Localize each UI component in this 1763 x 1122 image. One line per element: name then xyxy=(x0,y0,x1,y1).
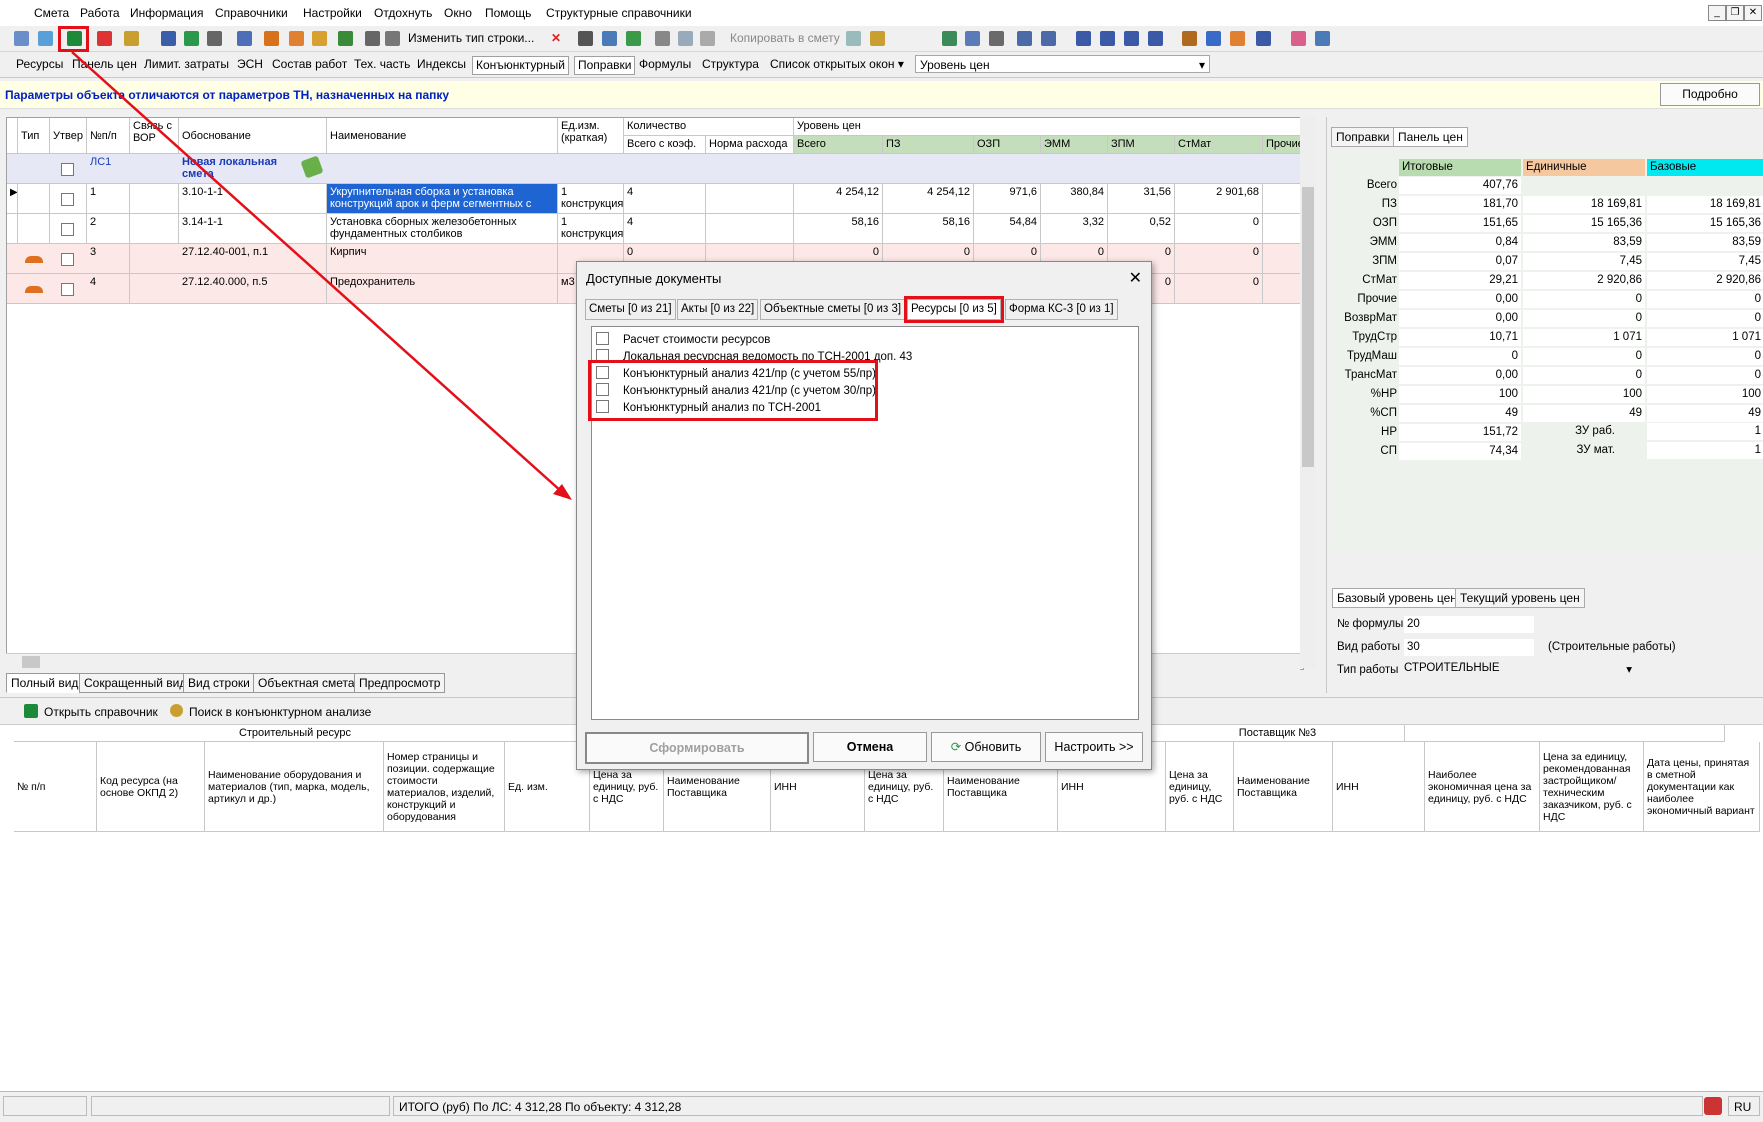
generate-button[interactable]: Сформировать xyxy=(585,732,809,764)
refresh-icon: ⟳ xyxy=(950,740,962,754)
cancel-button[interactable]: Отмена xyxy=(813,732,927,762)
conjuncture-items-highlight xyxy=(588,360,878,421)
tab-acts[interactable]: Акты [0 из 22] xyxy=(677,299,759,320)
available-documents-dialog: Доступные документы ✕ Сметы [0 из 21] Ак… xyxy=(576,261,1152,770)
dialog-title: Доступные документы xyxy=(586,271,722,286)
arrow-line xyxy=(71,51,563,493)
refresh-label: Обновить xyxy=(964,740,1022,754)
tab-object-estimates[interactable]: Объектные сметы [0 из 3] xyxy=(760,299,906,320)
tab-resources[interactable]: Ресурсы [0 из 5] xyxy=(904,296,1004,323)
tab-ks3[interactable]: Форма КС-3 [0 из 1] xyxy=(1005,299,1118,320)
refresh-button[interactable]: ⟳ Обновить xyxy=(931,732,1041,762)
document-label: Расчет стоимости ресурсов xyxy=(623,334,771,346)
tab-estimates[interactable]: Сметы [0 из 21] xyxy=(585,299,676,320)
close-icon[interactable]: ✕ xyxy=(1129,268,1142,288)
setup-button[interactable]: Настроить >> xyxy=(1045,732,1143,762)
list-item[interactable]: Расчет стоимости ресурсов xyxy=(596,330,770,346)
documents-list: Расчет стоимости ресурсов Локальная ресу… xyxy=(588,326,1139,720)
document-checkbox[interactable] xyxy=(596,332,609,345)
